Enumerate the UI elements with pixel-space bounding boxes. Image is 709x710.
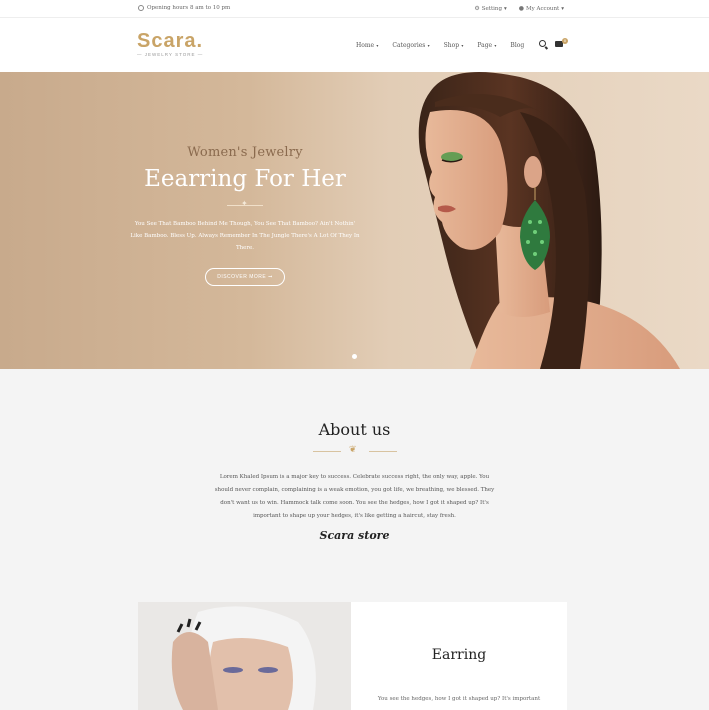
setting-label: Setting (481, 5, 502, 12)
ornament-icon (227, 199, 263, 208)
chevron-down-icon: ▾ (503, 5, 507, 12)
gear-icon: ⚙ (474, 5, 480, 12)
hero-title: Eearring For Her (144, 166, 346, 192)
hero-text: You See That Bamboo Behind Me Though, Yo… (130, 221, 360, 251)
nav-item-page[interactable]: Page ▾ (477, 42, 496, 49)
hero-model-image (418, 72, 680, 369)
hero-copy: Women's Jewelry Eearring For Her You See… (130, 145, 360, 286)
chevron-down-icon: ▾ (375, 43, 379, 48)
nav-item-blog[interactable]: Blog (510, 42, 524, 49)
cart-count-badge: 0 (562, 37, 568, 44)
about-text: Lorem Khaled Ipsum is a major key to suc… (214, 474, 495, 519)
cart-icon[interactable]: 0 (555, 37, 568, 47)
nav-item-shop[interactable]: Shop ▾ (444, 42, 464, 49)
hero-slider: Women's Jewelry Eearring For Her You See… (0, 72, 709, 369)
logo[interactable]: Scara. — JEWELRY STORE — (137, 30, 203, 57)
site-header: Scara. — JEWELRY STORE — Home ▾ Categori… (0, 18, 709, 72)
about-signature: Scara store (319, 529, 390, 542)
clock-icon (138, 5, 144, 11)
discover-more-button[interactable]: DISCOVER MORE ➞ (205, 268, 285, 286)
chevron-down-icon: ▾ (561, 5, 564, 12)
top-bar: Opening hours 8 am to 10 pm ⚙ Setting ▾ … (0, 0, 709, 18)
nav-item-categories[interactable]: Categories ▾ (392, 42, 429, 49)
opening-hours: Opening hours 8 am to 10 pm (138, 5, 230, 11)
account-label: My Account (526, 5, 560, 12)
user-icon: ● (518, 5, 524, 12)
main-nav: Home ▾ Categories ▾ Shop ▾ Page ▾ Blog (356, 42, 524, 49)
card-text: You see the hedges, how I got it shaped … (377, 696, 541, 702)
chevron-down-icon: ▾ (460, 43, 464, 48)
chevron-down-icon: ▾ (493, 43, 497, 48)
ornament-icon: ❦ (349, 445, 357, 455)
chevron-down-icon: ▾ (426, 43, 430, 48)
card-model-image (138, 602, 351, 710)
card-title: Earring (431, 647, 487, 663)
hero-subtitle: Women's Jewelry (187, 145, 303, 160)
setting-menu[interactable]: ⚙ Setting ▾ (474, 5, 506, 12)
nav-item-home[interactable]: Home ▾ (356, 42, 378, 49)
opening-hours-text: Opening hours 8 am to 10 pm (147, 5, 231, 11)
account-menu[interactable]: ● My Account ▾ (519, 5, 564, 12)
category-card-earring[interactable]: Earring You see the hedges, how I got it… (138, 602, 567, 710)
about-title: About us (318, 420, 391, 439)
logo-name: Scara. (137, 30, 204, 52)
logo-tagline: — JEWELRY STORE — (137, 52, 204, 57)
slider-dot-active[interactable] (352, 354, 357, 359)
search-icon[interactable] (539, 40, 546, 47)
ornament-divider: ❦ (313, 445, 397, 455)
